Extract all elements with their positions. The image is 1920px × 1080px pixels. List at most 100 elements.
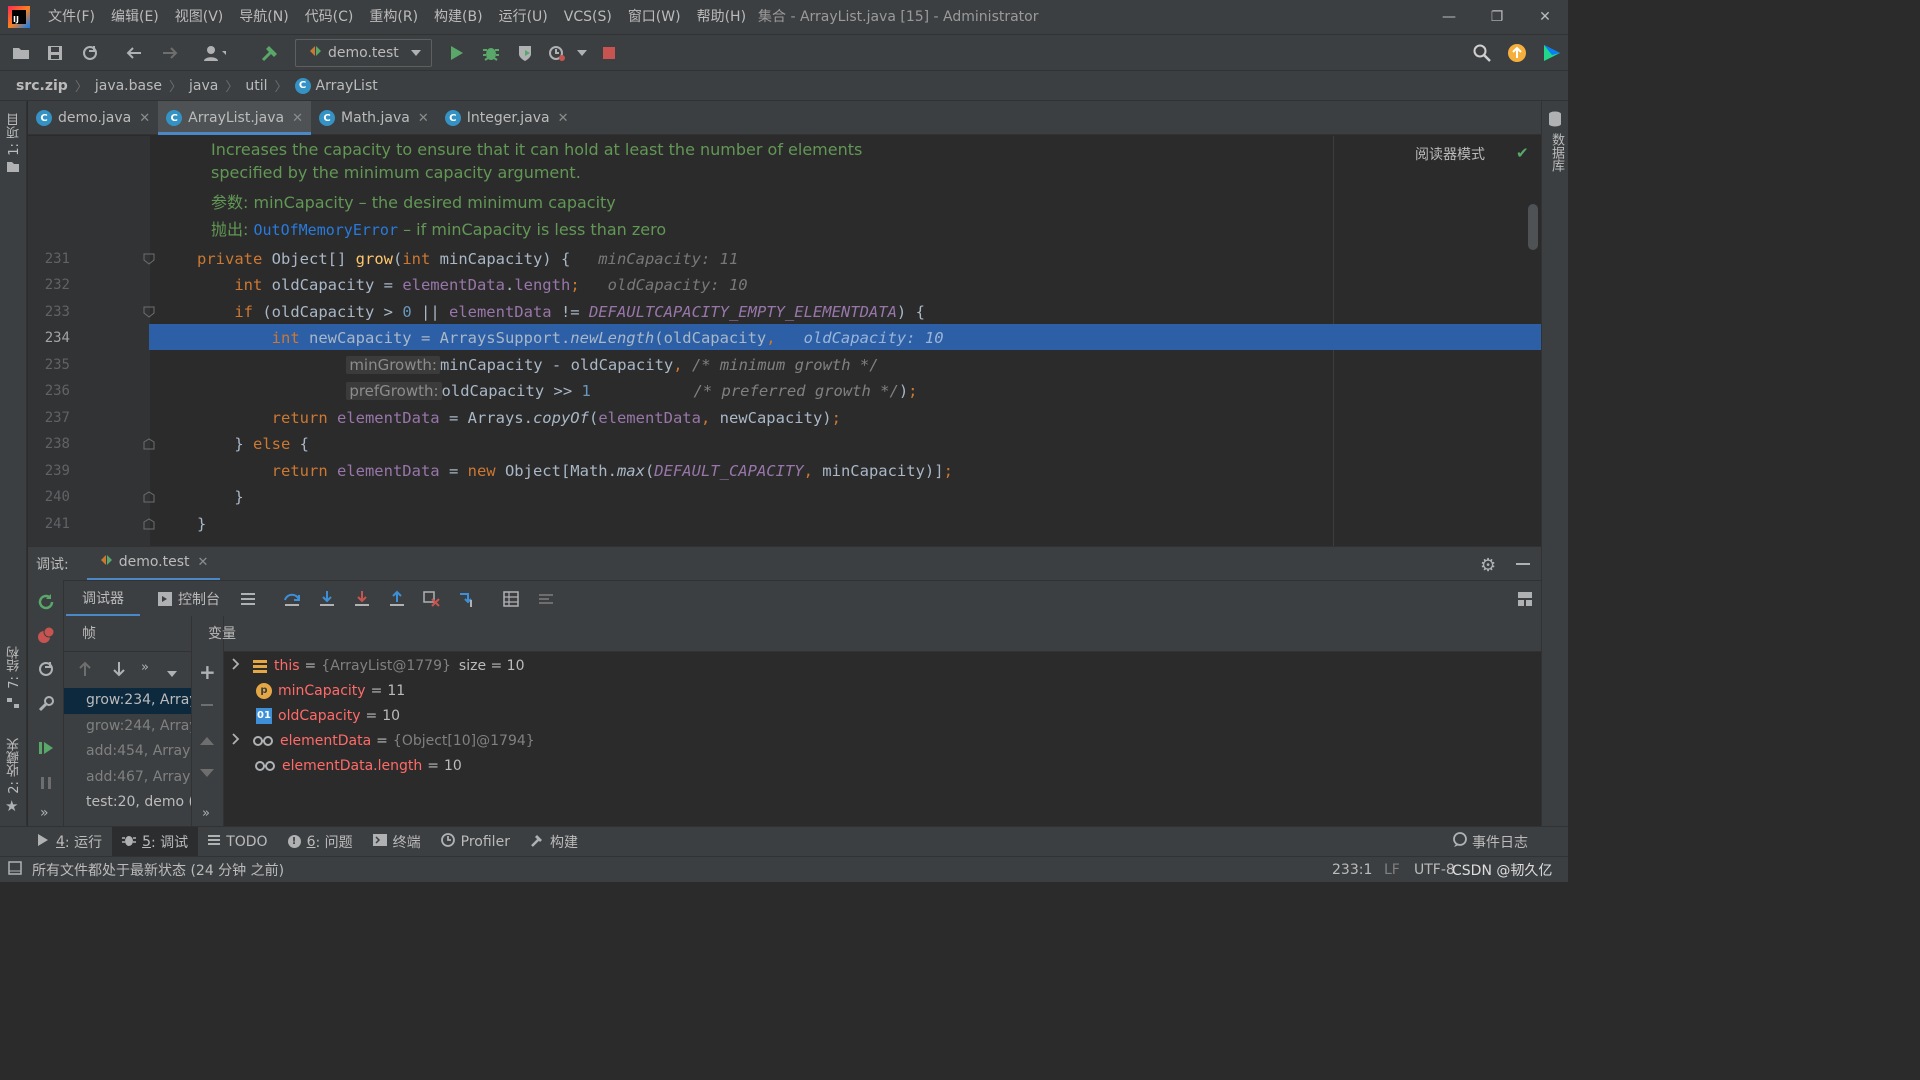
tab-math-java[interactable]: C Math.java ✕: [311, 101, 437, 135]
step-into-icon[interactable]: [315, 587, 339, 611]
layout-settings-icon[interactable]: [1514, 587, 1538, 611]
variable-row-elementdata-length[interactable]: elementData.length = 10: [224, 753, 1541, 778]
code-line-238[interactable]: } else {: [197, 431, 309, 457]
down-arrow-icon[interactable]: [112, 661, 126, 681]
sync-icon[interactable]: [78, 41, 102, 65]
fold-marker-icon[interactable]: [143, 438, 155, 454]
tab-demo-java[interactable]: C demo.java ✕: [28, 101, 158, 135]
line-number[interactable]: 241: [28, 511, 70, 537]
move-down-icon[interactable]: [200, 766, 214, 782]
project-tool-button[interactable]: 1: 项目: [5, 113, 24, 156]
menu-file[interactable]: 文件(F): [40, 0, 103, 34]
line-number[interactable]: 236: [28, 378, 70, 404]
code-line-239[interactable]: return elementData = new Object[Math.max…: [197, 458, 953, 484]
save-icon[interactable]: [43, 41, 67, 65]
menu-vcs[interactable]: VCS(S): [556, 0, 620, 34]
profile-icon[interactable]: [545, 41, 569, 65]
frame-item[interactable]: add:467, ArrayList: [64, 765, 191, 791]
close-window-button[interactable]: ✕: [1522, 0, 1568, 34]
code-line-240[interactable]: }: [197, 484, 243, 510]
tab-debugger[interactable]: 调试器: [66, 581, 140, 617]
line-number[interactable]: 237: [28, 405, 70, 431]
pause-icon[interactable]: [34, 771, 58, 795]
breadcrumb-arraylist[interactable]: ArrayList: [316, 78, 378, 94]
build-tool-button[interactable]: 构建: [520, 827, 588, 857]
restore-button[interactable]: ❐: [1474, 0, 1520, 34]
step-over-icon[interactable]: [280, 587, 304, 611]
line-number[interactable]: 240: [28, 484, 70, 510]
run-configuration-selector[interactable]: demo.test: [295, 39, 432, 67]
breadcrumb-java-base[interactable]: java.base: [95, 78, 162, 94]
breadcrumb-util[interactable]: util: [245, 78, 267, 94]
up-arrow-icon[interactable]: [78, 661, 92, 681]
file-encoding[interactable]: UTF-8: [1414, 862, 1455, 878]
close-icon[interactable]: ✕: [139, 111, 150, 126]
event-log-button[interactable]: 事件日志: [1442, 827, 1538, 857]
evaluate-expression-icon[interactable]: [499, 587, 523, 611]
frame-item[interactable]: add:454, ArrayList: [64, 739, 191, 765]
search-icon[interactable]: [1470, 41, 1494, 65]
breadcrumb-java[interactable]: java: [189, 78, 218, 94]
force-step-into-icon[interactable]: [350, 587, 374, 611]
variable-row-oldcapacity[interactable]: 01 oldCapacity = 10: [224, 703, 1541, 728]
line-number[interactable]: 239: [28, 458, 70, 484]
settings-wrench-icon[interactable]: [34, 692, 58, 716]
reader-mode-toggle[interactable]: 阅读器模式: [1415, 144, 1485, 164]
menu-navigate[interactable]: 导航(N): [231, 0, 296, 34]
fold-marker-icon[interactable]: [143, 518, 155, 534]
resume-program-icon[interactable]: [34, 736, 58, 760]
more-actions-icon[interactable]: »: [40, 805, 49, 821]
step-out-icon[interactable]: [385, 587, 409, 611]
status-panel-icon[interactable]: [8, 860, 22, 879]
debug-bug-icon[interactable]: [479, 41, 503, 65]
editor-scrollbar[interactable]: [1528, 204, 1538, 250]
debug-tool-button[interactable]: 5: 调试: [112, 826, 199, 857]
gear-icon[interactable]: ⚙: [1480, 555, 1496, 576]
restore-layout-icon[interactable]: [34, 657, 58, 681]
more-run-chevron-icon[interactable]: [570, 41, 594, 65]
close-icon[interactable]: ✕: [292, 111, 303, 126]
breadcrumb-src-zip[interactable]: src.zip: [16, 78, 68, 94]
view-breakpoints-icon[interactable]: [34, 623, 58, 647]
menu-build[interactable]: 构建(B): [426, 0, 491, 34]
line-number[interactable]: 238: [28, 431, 70, 457]
line-number[interactable]: 233: [28, 299, 70, 325]
close-icon[interactable]: ✕: [418, 111, 429, 126]
code-line-232[interactable]: int oldCapacity = elementData.length; ol…: [197, 272, 747, 298]
debug-session-tab[interactable]: demo.test ✕: [86, 547, 221, 581]
threads-menu-icon[interactable]: [236, 587, 260, 611]
trace-stream-icon[interactable]: [534, 587, 558, 611]
user-icon[interactable]: [202, 41, 226, 65]
menu-help[interactable]: 帮助(H): [689, 0, 754, 34]
variable-row-elementdata[interactable]: elementData = {Object[10]@1794}: [224, 728, 1541, 753]
variable-row-mincapacity[interactable]: p minCapacity = 11: [224, 678, 1541, 703]
fold-marker-icon[interactable]: [143, 253, 155, 269]
minimize-panel-icon[interactable]: [1516, 563, 1530, 565]
caret-position[interactable]: 233:1: [1332, 862, 1372, 878]
back-arrow-icon[interactable]: [122, 41, 146, 65]
update-icon[interactable]: [1505, 41, 1529, 65]
add-watch-icon[interactable]: +: [199, 660, 216, 684]
menu-edit[interactable]: 编辑(E): [103, 0, 167, 34]
run-tool-button[interactable]: 4: 运行: [28, 827, 112, 857]
filter-chevron-icon[interactable]: [167, 666, 177, 682]
line-separator[interactable]: LF: [1384, 862, 1400, 878]
line-number[interactable]: 231: [28, 246, 70, 272]
fold-marker-icon[interactable]: [143, 306, 155, 322]
build-hammer-icon[interactable]: [258, 41, 282, 65]
problems-tool-button[interactable]: ! 6: 问题: [278, 827, 363, 857]
code-editor[interactable]: 阅读器模式 ✔ Increases the capacity to ensure…: [28, 136, 1541, 546]
terminal-tool-button[interactable]: 终端: [363, 827, 431, 857]
code-line-237[interactable]: return elementData = Arrays.copyOf(eleme…: [197, 405, 841, 431]
move-up-icon[interactable]: [200, 734, 214, 750]
stop-icon[interactable]: [597, 41, 621, 65]
tab-console[interactable]: 控制台: [152, 581, 226, 617]
menu-window[interactable]: 窗口(W): [620, 0, 689, 34]
expand-chevron-icon[interactable]: [232, 732, 240, 749]
close-icon[interactable]: ✕: [558, 111, 569, 126]
code-line-233[interactable]: if (oldCapacity > 0 || elementData != DE…: [197, 299, 925, 325]
code-line-235[interactable]: minGrowth: minCapacity - oldCapacity, /* …: [197, 352, 879, 378]
frame-item[interactable]: grow:244, ArrayList: [64, 714, 191, 740]
menu-view[interactable]: 视图(V): [167, 0, 232, 34]
line-number[interactable]: 232: [28, 272, 70, 298]
